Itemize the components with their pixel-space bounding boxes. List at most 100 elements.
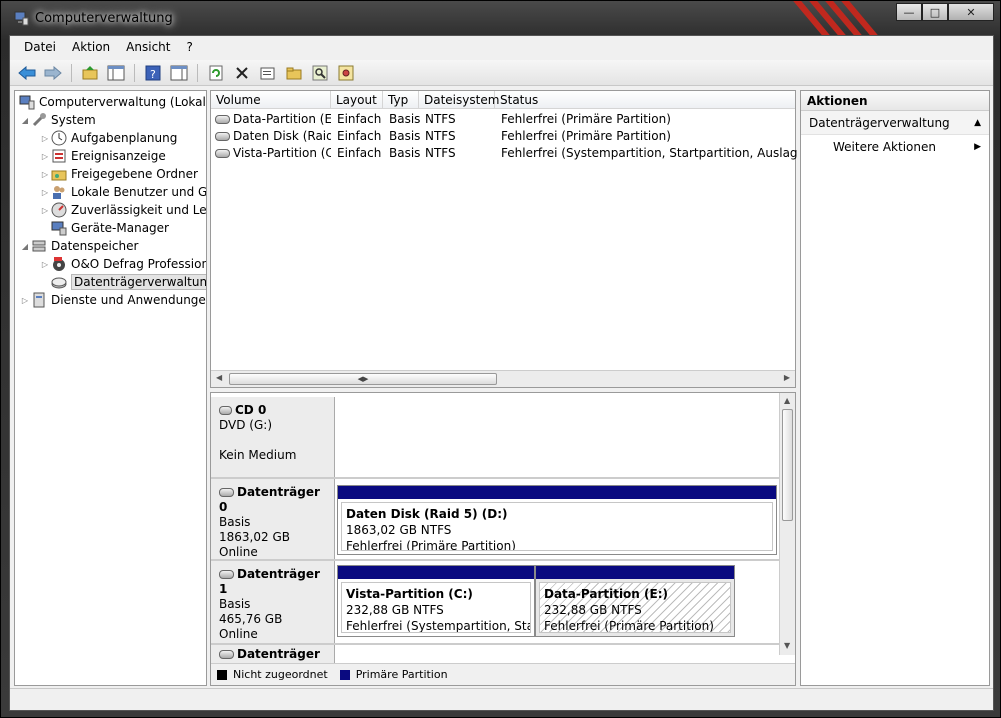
- open-icon: [286, 67, 302, 79]
- scroll-down-icon[interactable]: ▼: [784, 641, 790, 650]
- partition-c[interactable]: Vista-Partition (C:) 232,88 GB NTFS Fehl…: [337, 565, 535, 637]
- column-volume[interactable]: Volume: [211, 91, 331, 109]
- menu-aktion[interactable]: Aktion: [64, 40, 118, 54]
- disk-label[interactable]: CD 0 DVD (G:) Kein Medium: [211, 397, 335, 477]
- tree-item-freigegebene-ordner[interactable]: ▷ Freigegebene Ordner: [39, 165, 198, 183]
- volume-icon: [215, 115, 230, 124]
- disk-row-cd0[interactable]: CD 0 DVD (G:) Kein Medium: [211, 397, 781, 477]
- collapse-arrow-icon[interactable]: ◢: [19, 242, 31, 251]
- forward-icon: [44, 65, 62, 80]
- cdrom-icon: [219, 406, 232, 415]
- disk-icon: [219, 570, 234, 579]
- collapse-arrow-icon[interactable]: ◢: [19, 116, 31, 125]
- expand-arrow-icon[interactable]: ▷: [39, 152, 51, 161]
- unallocated-swatch: [217, 669, 227, 680]
- collapse-icon[interactable]: ▲: [974, 111, 981, 135]
- scroll-thumb[interactable]: [782, 409, 793, 521]
- disk-row-1[interactable]: Datenträger 1 Basis 465,76 GB Online Vis…: [211, 561, 781, 643]
- tree-item-lokale-benutzer[interactable]: ▷ Lokale Benutzer und Gru: [39, 183, 206, 201]
- volume-icon: [215, 149, 230, 158]
- disk-row-0[interactable]: Datenträger 0 Basis 1863,02 GB Online Da…: [211, 479, 781, 559]
- center-pane: Volume Layout Typ Dateisystem Status Dat…: [210, 90, 797, 686]
- legend: Nicht zugeordnet Primäre Partition: [211, 663, 795, 685]
- delete-button[interactable]: [231, 62, 253, 84]
- tree-item-datentraegerverwaltung[interactable]: Datenträgerverwaltung: [51, 273, 206, 291]
- volume-list-hscrollbar[interactable]: ◀ ◀▶ ▶: [211, 370, 795, 387]
- partition-e-selected[interactable]: Data-Partition (E:) 232,88 GB NTFS Fehle…: [535, 565, 735, 637]
- scroll-up-icon[interactable]: ▲: [784, 396, 790, 405]
- storage-icon: [31, 238, 47, 254]
- menu-help[interactable]: ?: [178, 40, 200, 54]
- expand-arrow-icon[interactable]: ▷: [39, 170, 51, 179]
- tree-item-aufgabenplanung[interactable]: ▷ Aufgabenplanung: [39, 129, 177, 147]
- forward-button[interactable]: [42, 62, 64, 84]
- more-actions-item[interactable]: Weitere Aktionen ▶: [801, 135, 989, 159]
- actions-pane: Aktionen Datenträgerverwaltung ▲ Weitere …: [800, 90, 990, 686]
- scroll-right-icon[interactable]: ▶: [784, 373, 790, 382]
- actions-section[interactable]: Datenträgerverwaltung ▲: [801, 111, 989, 135]
- maximize-icon: □: [929, 5, 941, 19]
- minimize-button[interactable]: —: [896, 3, 922, 21]
- refresh-button[interactable]: [205, 62, 227, 84]
- open-button[interactable]: [283, 62, 305, 84]
- tree-item-root[interactable]: Computerverwaltung (Lokal): [19, 93, 206, 111]
- expand-arrow-icon[interactable]: ▷: [39, 134, 51, 143]
- services-icon: [31, 292, 47, 308]
- performance-icon: [51, 202, 67, 218]
- back-button[interactable]: [16, 62, 38, 84]
- volume-row[interactable]: Vista-Partition (C:) Einfach Basis NTFS …: [211, 145, 797, 162]
- column-status[interactable]: Status: [495, 91, 797, 109]
- maximize-button[interactable]: □: [922, 3, 948, 21]
- title-bar[interactable]: Computerverwaltung — □ ✕: [1, 1, 1000, 35]
- help-button[interactable]: ?: [142, 62, 164, 84]
- primary-partition-bar: [338, 566, 534, 579]
- tree-item-datenspeicher[interactable]: ◢ Datenspeicher: [19, 237, 138, 255]
- toolbar: ?: [10, 60, 993, 86]
- users-icon: [51, 184, 67, 200]
- search-icon: [312, 65, 328, 80]
- volume-row[interactable]: Daten Disk (Raid ... Einfach Basis NTFS …: [211, 128, 795, 145]
- computer-management-icon: [14, 11, 29, 26]
- volume-list: Volume Layout Typ Dateisystem Status Dat…: [210, 90, 797, 388]
- expand-arrow-icon[interactable]: ▷: [39, 206, 51, 215]
- tree-item-oo-defrag[interactable]: ▷ O&O Defrag Profession: [39, 255, 206, 273]
- up-button[interactable]: [79, 62, 101, 84]
- tree-item-system[interactable]: ◢ System: [19, 111, 96, 129]
- defrag-icon: [51, 256, 67, 272]
- partition-d[interactable]: Daten Disk (Raid 5) (D:) 1863,02 GB NTFS…: [337, 485, 777, 555]
- column-layout[interactable]: Layout: [331, 91, 383, 109]
- client-area: Datei Aktion Ansicht ? ? Computerverwalt…: [9, 35, 994, 711]
- disk-view-vscrollbar[interactable]: ▲ ▼: [779, 393, 795, 655]
- tree-item-geraete-manager[interactable]: Geräte-Manager: [51, 219, 169, 237]
- properties-button[interactable]: [257, 62, 279, 84]
- menu-datei[interactable]: Datei: [16, 40, 64, 54]
- menu-ansicht[interactable]: Ansicht: [118, 40, 178, 54]
- console-tree-button[interactable]: [105, 62, 127, 84]
- tree-item-dienste[interactable]: ▷ Dienste und Anwendungen: [19, 291, 206, 309]
- expand-arrow-icon[interactable]: ▷: [39, 260, 51, 269]
- expand-arrow-icon[interactable]: ▷: [39, 188, 51, 197]
- disk-icon: [219, 488, 234, 497]
- search-button[interactable]: [309, 62, 331, 84]
- disk-label[interactable]: Datenträger 1 Basis 465,76 GB Online: [211, 561, 335, 643]
- primary-partition-bar: [536, 566, 734, 579]
- computer-icon: [19, 94, 35, 110]
- action-pane-button[interactable]: [168, 62, 190, 84]
- tree-item-zuverlaessigkeit[interactable]: ▷ Zuverlässigkeit und Leis: [39, 201, 206, 219]
- volume-icon: [215, 132, 230, 141]
- expand-arrow-icon[interactable]: ▷: [19, 296, 31, 305]
- scroll-left-icon[interactable]: ◀: [216, 373, 222, 382]
- shared-folder-icon: [51, 166, 67, 182]
- column-typ[interactable]: Typ: [383, 91, 419, 109]
- disk-label[interactable]: Datenträger 2: [211, 645, 335, 676]
- settings-button[interactable]: [335, 62, 357, 84]
- column-dateisystem[interactable]: Dateisystem: [419, 91, 499, 109]
- scroll-thumb[interactable]: ◀▶: [229, 373, 497, 385]
- up-folder-icon: [82, 65, 98, 79]
- disk-row-2[interactable]: Datenträger 2: [211, 645, 781, 676]
- volume-row[interactable]: Data-Partition (E:) Einfach Basis NTFS F…: [211, 111, 795, 128]
- tree-item-ereignisanzeige[interactable]: ▷ Ereignisanzeige: [39, 147, 166, 165]
- close-button[interactable]: ✕: [948, 3, 994, 21]
- disk-label[interactable]: Datenträger 0 Basis 1863,02 GB Online: [211, 479, 335, 559]
- primary-partition-swatch: [339, 669, 350, 680]
